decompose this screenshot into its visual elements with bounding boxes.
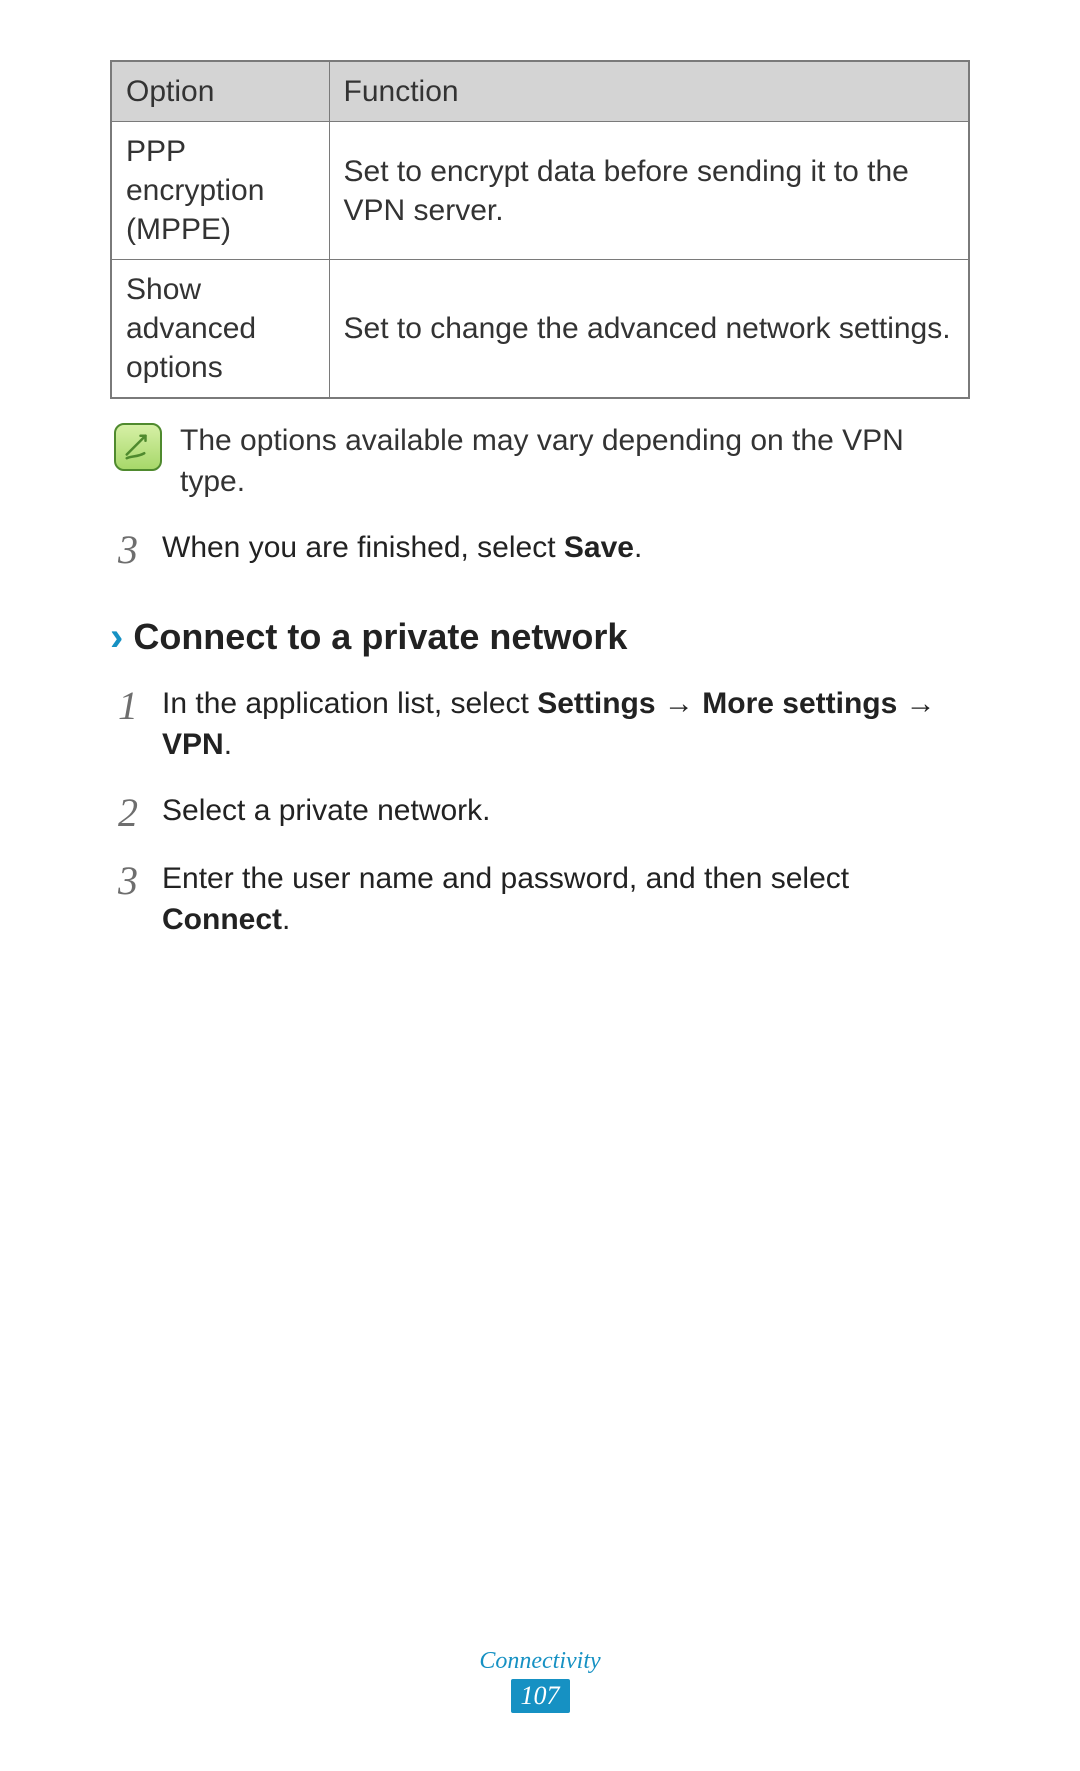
header-function: Function	[329, 61, 969, 122]
step-bold: More settings	[702, 687, 897, 720]
step-text: →	[656, 687, 703, 720]
table-row: PPP encryption (MPPE) Set to encrypt dat…	[111, 122, 969, 260]
step-body: When you are finished, select Save.	[162, 528, 642, 569]
step-bold: Connect	[162, 903, 282, 936]
note-text: The options available may vary depending…	[180, 421, 970, 502]
step-body: In the application list, select Settings…	[162, 684, 970, 765]
step-number: 1	[110, 684, 162, 726]
step-text: When you are finished, select	[162, 531, 564, 564]
step-item: 1In the application list, select Setting…	[110, 684, 970, 765]
chevron-icon: ›	[110, 617, 123, 657]
step-number: 3	[110, 528, 162, 570]
cell-function: Set to change the advanced network setti…	[329, 260, 969, 399]
step-text: .	[634, 531, 642, 564]
step-bold: VPN	[162, 728, 224, 761]
header-option: Option	[111, 61, 329, 122]
step-number: 3	[110, 859, 162, 901]
table-header-row: Option Function	[111, 61, 969, 122]
step-text: Select a private network.	[162, 794, 491, 827]
footer-label: Connectivity	[0, 1648, 1080, 1675]
step-text: Enter the user name and password, and th…	[162, 862, 849, 895]
step-item: 2Select a private network.	[110, 791, 970, 833]
step-number: 2	[110, 791, 162, 833]
step-text: →	[897, 687, 935, 720]
step-bold: Settings	[537, 687, 655, 720]
step-text: In the application list, select	[162, 687, 537, 720]
cell-function: Set to encrypt data before sending it to…	[329, 122, 969, 260]
cell-option: Show advanced options	[111, 260, 329, 399]
footer-page-number: 107	[511, 1679, 570, 1713]
cell-option: PPP encryption (MPPE)	[111, 122, 329, 260]
page-footer: Connectivity 107	[0, 1648, 1080, 1713]
step-text: .	[224, 728, 232, 761]
step-body: Enter the user name and password, and th…	[162, 859, 970, 940]
manual-page: Option Function PPP encryption (MPPE) Se…	[0, 0, 1080, 1771]
section-heading: › Connect to a private network	[110, 616, 970, 658]
steps-list: 1In the application list, select Setting…	[110, 684, 970, 940]
step-body: Select a private network.	[162, 791, 491, 832]
step-bold: Save	[564, 531, 634, 564]
step-item: 3 When you are finished, select Save.	[110, 528, 970, 570]
table-row: Show advanced options Set to change the …	[111, 260, 969, 399]
note-block: The options available may vary depending…	[110, 421, 970, 502]
step-item: 3Enter the user name and password, and t…	[110, 859, 970, 940]
section-title: Connect to a private network	[133, 616, 627, 658]
step-text: .	[282, 903, 290, 936]
note-icon	[114, 423, 162, 471]
options-table: Option Function PPP encryption (MPPE) Se…	[110, 60, 970, 399]
